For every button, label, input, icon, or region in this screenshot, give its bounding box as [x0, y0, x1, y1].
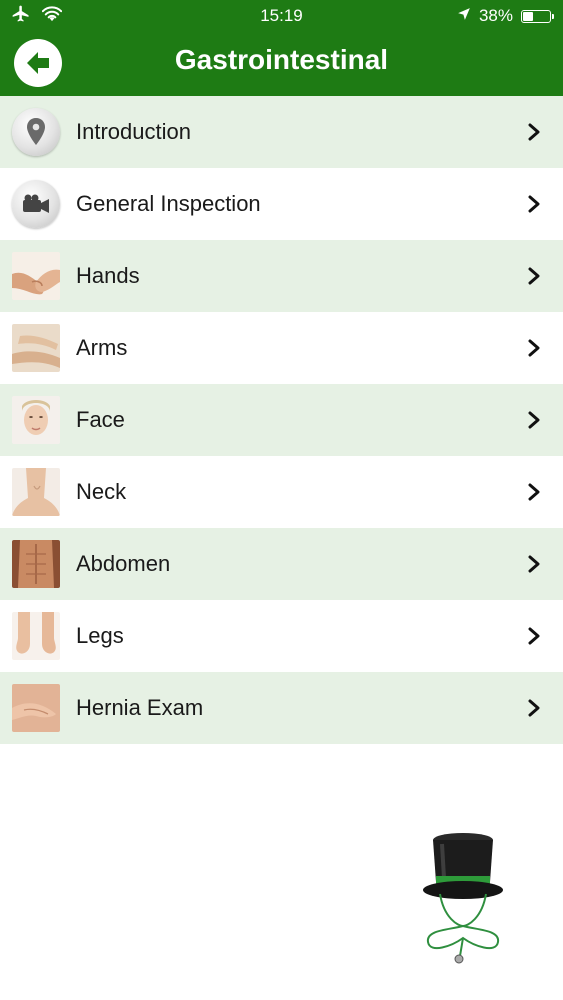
hands-photo: [12, 252, 60, 300]
location-arrow-icon: [457, 6, 471, 26]
chevron-right-icon: [528, 699, 540, 717]
status-right: 38%: [457, 4, 554, 28]
list-item-arms[interactable]: Arms: [0, 312, 563, 384]
list-item-label: Arms: [76, 335, 128, 360]
battery-fill: [523, 11, 533, 21]
chevron-right-icon: [528, 267, 540, 285]
top-hat-stethoscope-logo: [423, 833, 503, 964]
list-item-neck[interactable]: Neck: [0, 456, 563, 528]
list-item-general-inspection[interactable]: General Inspection: [0, 168, 563, 240]
list-item-label: Abdomen: [76, 551, 171, 576]
chevron-right-icon: [528, 123, 540, 141]
chevron-right-icon: [528, 555, 540, 573]
list-item-label: Introduction: [76, 119, 191, 144]
chevron-right-icon: [528, 483, 540, 501]
battery-percent: 38%: [478, 6, 513, 25]
status-bar: 15:19 38%: [0, 0, 563, 32]
list-item-label: General Inspection: [76, 191, 261, 216]
arms-photo: [12, 324, 60, 372]
map-pin-icon: [12, 108, 60, 156]
list-item-label: Face: [76, 407, 125, 432]
list-item-label: Hands: [76, 263, 140, 288]
list-item-label: Neck: [76, 479, 127, 504]
chevron-right-icon: [528, 627, 540, 645]
list-item-face[interactable]: Face: [0, 384, 563, 456]
list-item-introduction[interactable]: Introduction: [0, 96, 563, 168]
face-photo: [12, 396, 60, 444]
abdomen-photo: [12, 540, 60, 588]
battery-icon: [521, 9, 554, 23]
chevron-right-icon: [528, 411, 540, 429]
list-item-abdomen[interactable]: Abdomen: [0, 528, 563, 600]
list-item-label: Legs: [76, 623, 124, 648]
list-item-legs[interactable]: Legs: [0, 600, 563, 672]
chevron-right-icon: [528, 339, 540, 357]
list-item-hernia-exam[interactable]: Hernia Exam: [0, 672, 563, 744]
video-camera-icon: [12, 180, 60, 228]
chevron-right-icon: [528, 195, 540, 213]
neck-photo: [12, 468, 60, 516]
list-item-label: Hernia Exam: [76, 695, 204, 720]
navigation-bar: 15:19 38% Gastrointestinal: [0, 0, 563, 96]
legs-photo: [12, 612, 60, 660]
list-item-hands[interactable]: Hands: [0, 240, 563, 312]
hernia-photo: [12, 684, 60, 732]
topic-list: Introduction General Inspection Hands Ar…: [0, 96, 563, 744]
page-title: Gastrointestinal: [174, 44, 389, 75]
